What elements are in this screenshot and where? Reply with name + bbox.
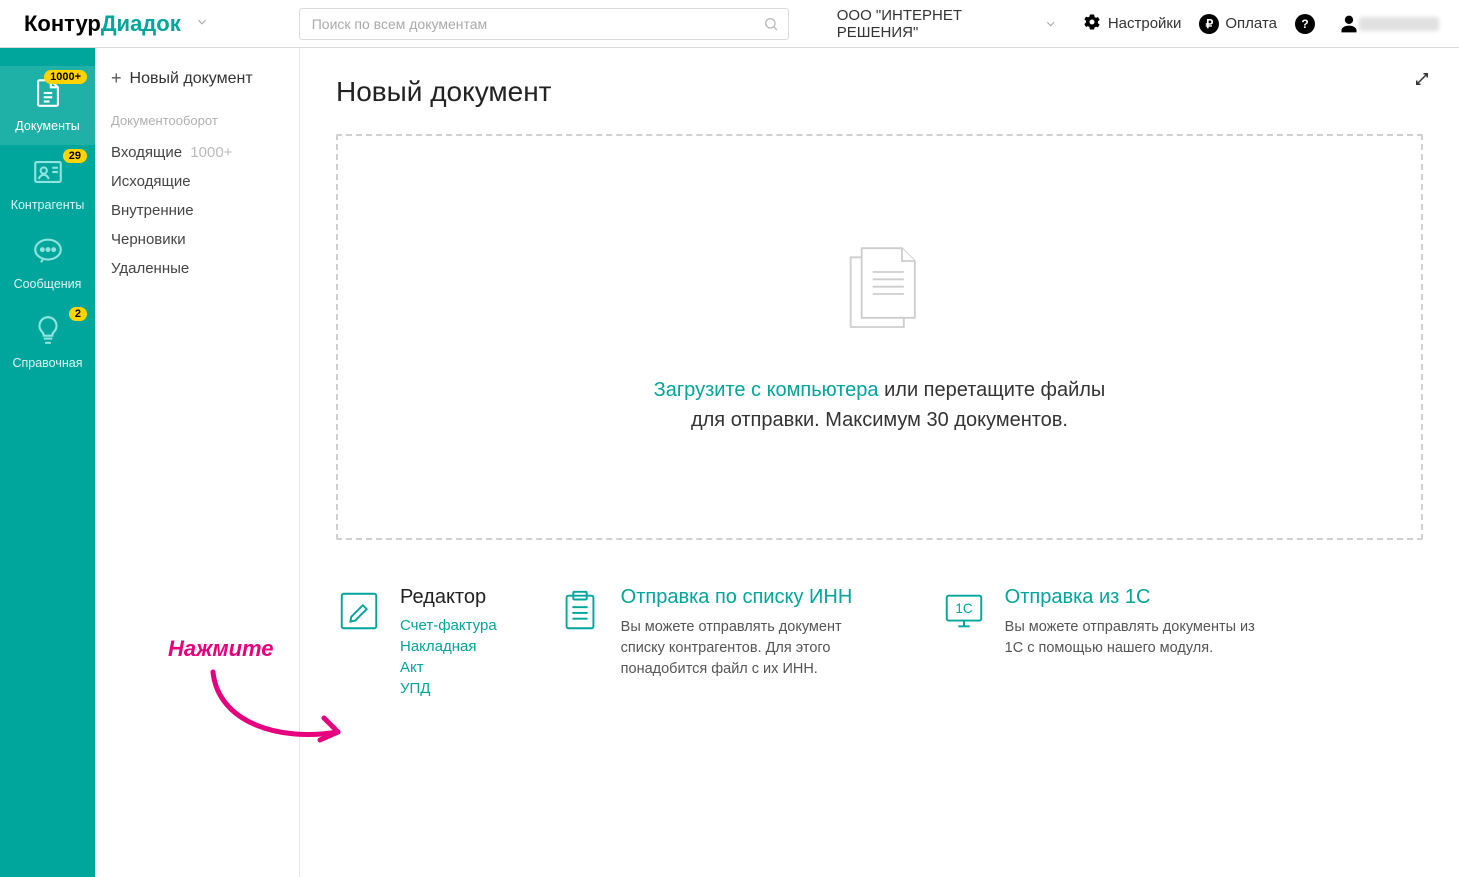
- subnav-deleted[interactable]: Удаленные: [111, 254, 283, 283]
- new-document-button[interactable]: + Новый документ: [111, 68, 283, 89]
- logo[interactable]: КонтурДиадок: [24, 11, 181, 37]
- editor-icon: [336, 586, 386, 701]
- user-icon: [1339, 14, 1359, 34]
- plus-icon: +: [111, 68, 122, 89]
- rail-messages[interactable]: Сообщения: [0, 224, 95, 303]
- payment-link[interactable]: ₽ Оплата: [1199, 14, 1277, 34]
- onec-icon: 1С: [941, 586, 991, 701]
- logo-part2: Диадок: [101, 11, 181, 37]
- editor-link-invoice[interactable]: Счет-фактура: [400, 617, 497, 634]
- rail-documents-label: Документы: [0, 119, 95, 133]
- editor-link-waybill[interactable]: Накладная: [400, 638, 497, 655]
- top-header: КонтурДиадок ООО "ИНТЕРНЕТ РЕШЕНИЯ" Наст…: [0, 0, 1459, 48]
- settings-link[interactable]: Настройки: [1082, 12, 1182, 36]
- card-inn[interactable]: Отправка по списку ИНН Вы можете отправл…: [557, 586, 881, 701]
- help-icon[interactable]: ?: [1295, 14, 1321, 34]
- rail-documents-badge: 1000+: [44, 70, 87, 84]
- rail-messages-label: Сообщения: [0, 277, 95, 291]
- drop-rest: или перетащите файлы: [879, 379, 1106, 401]
- search-wrap: [299, 8, 789, 40]
- chevron-down-icon[interactable]: [195, 15, 209, 33]
- inn-desc: Вы можете отправлять документ списку кон…: [621, 617, 881, 680]
- editor-link-act[interactable]: Акт: [400, 659, 497, 676]
- editor-link-upd[interactable]: УПД: [400, 680, 497, 697]
- left-rail: 1000+ Документы 29 Контрагенты Сообщения…: [0, 48, 95, 877]
- settings-label: Настройки: [1108, 15, 1182, 32]
- subnav-outbox-label: Исходящие: [111, 173, 191, 190]
- upload-link[interactable]: Загрузите с компьютера: [654, 379, 879, 401]
- subnav-inbox-count: 1000+: [190, 144, 232, 161]
- page-title: Новый документ: [336, 76, 1423, 108]
- rail-contractors[interactable]: 29 Контрагенты: [0, 145, 95, 224]
- payment-label: Оплата: [1225, 15, 1277, 32]
- subnav-outbox[interactable]: Исходящие: [111, 167, 283, 196]
- documents-stack-icon: [825, 239, 935, 353]
- user-name-blurred: [1359, 17, 1439, 31]
- ruble-icon: ₽: [1199, 14, 1219, 34]
- svg-text:1С: 1С: [955, 601, 972, 616]
- search-input[interactable]: [299, 8, 789, 40]
- subnav-section-label: Документооборот: [111, 113, 283, 128]
- onec-desc: Вы можете отправлять документы из 1С с п…: [1005, 617, 1265, 659]
- dropzone-text: Загрузите с компьютера или перетащите фа…: [654, 375, 1106, 435]
- editor-title: Редактор: [400, 586, 497, 609]
- drop-line2: для отправки. Максимум 30 документов.: [691, 409, 1068, 431]
- editor-link-list: Счет-фактура Накладная Акт УПД: [400, 617, 497, 697]
- subnav-drafts[interactable]: Черновики: [111, 225, 283, 254]
- rail-contractors-badge: 29: [63, 149, 87, 163]
- inn-title: Отправка по списку ИНН: [621, 586, 881, 609]
- card-editor: Нажмите Редактор Счет-фактура Накладная …: [336, 586, 497, 701]
- card-onec[interactable]: 1С Отправка из 1С Вы можете отправлять д…: [941, 586, 1265, 701]
- contractors-icon: [31, 155, 65, 192]
- new-document-label: Новый документ: [130, 70, 253, 88]
- onec-title: Отправка из 1С: [1005, 586, 1265, 609]
- subnav-inbox-label: Входящие: [111, 144, 182, 161]
- logo-part1: Контур: [24, 11, 101, 37]
- question-icon: ?: [1295, 14, 1315, 34]
- subnav-deleted-label: Удаленные: [111, 260, 189, 277]
- rail-documents[interactable]: 1000+ Документы: [0, 66, 95, 145]
- lightbulb-icon: [31, 313, 65, 350]
- main-area: Новый документ: [300, 48, 1459, 877]
- subnav-drafts-label: Черновики: [111, 231, 186, 248]
- rail-help-badge: 2: [69, 307, 87, 321]
- messages-icon: [31, 234, 65, 271]
- subnav: + Новый документ Документооборот Входящи…: [95, 48, 300, 877]
- org-selector[interactable]: ООО "ИНТЕРНЕТ РЕШЕНИЯ": [837, 7, 1064, 41]
- subnav-inbox[interactable]: Входящие 1000+: [111, 138, 283, 167]
- rail-help-label: Справочная: [0, 356, 95, 370]
- subnav-internal-label: Внутренние: [111, 202, 194, 219]
- rail-help[interactable]: 2 Справочная: [0, 303, 95, 382]
- gear-icon: [1082, 12, 1108, 36]
- clipboard-icon: [557, 586, 607, 701]
- expand-icon[interactable]: [1413, 70, 1431, 92]
- action-cards: Нажмите Редактор Счет-фактура Накладная …: [336, 586, 1423, 701]
- search-icon[interactable]: [763, 16, 779, 36]
- subnav-internal[interactable]: Внутренние: [111, 196, 283, 225]
- user-menu[interactable]: [1339, 14, 1439, 34]
- rail-contractors-label: Контрагенты: [0, 198, 95, 212]
- upload-dropzone[interactable]: Загрузите с компьютера или перетащите фа…: [336, 134, 1423, 540]
- org-name: ООО "ИНТЕРНЕТ РЕШЕНИЯ": [837, 7, 1039, 41]
